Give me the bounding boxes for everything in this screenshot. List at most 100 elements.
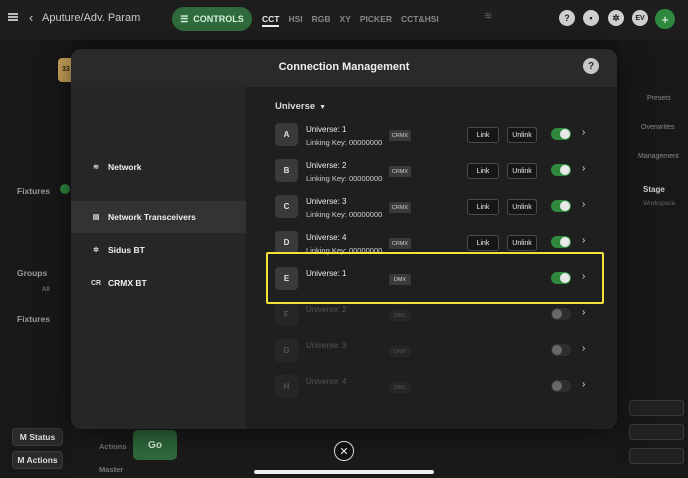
right-button-3[interactable] — [629, 448, 684, 464]
chevron-right-icon[interactable]: › — [582, 343, 585, 354]
chevron-right-icon[interactable]: › — [582, 127, 585, 138]
help-icon[interactable]: ? — [559, 10, 575, 26]
row-toggle[interactable] — [551, 308, 571, 320]
avatar[interactable]: EV — [632, 10, 648, 26]
sidebar-item-label: CRMX BT — [108, 278, 147, 288]
sidebar-item-sidus-bt[interactable]: ✲ Sidus BT — [71, 234, 246, 266]
menu-icon[interactable] — [8, 13, 18, 21]
help-icon[interactable]: ? — [583, 58, 599, 74]
unlink-button[interactable]: Unlink — [507, 127, 537, 143]
m-actions-button[interactable]: M Actions — [12, 451, 63, 469]
yellow-chip-label: 33 — [62, 66, 70, 73]
sidebar-item-label: Sidus BT — [108, 245, 145, 255]
universe-row-f[interactable]: F Universe: 2 DMX › — [275, 300, 605, 330]
universe-row-a[interactable]: A Universe: 1 Linking Key: 00000000 CRMX… — [275, 120, 605, 150]
add-icon[interactable]: + — [655, 9, 675, 29]
row-name: Universe: 2 — [306, 305, 347, 314]
actions-label: Actions — [99, 442, 127, 451]
chevron-right-icon[interactable]: › — [582, 379, 585, 390]
row-letter: H — [275, 375, 298, 398]
transceiver-icon: ▤ — [92, 214, 100, 221]
tab-cct[interactable]: CCT — [262, 14, 280, 27]
crmx-icon: CR — [90, 279, 102, 287]
tab-rgb[interactable]: RGB — [312, 14, 331, 27]
management-item[interactable]: Management — [638, 153, 679, 160]
chevron-right-icon[interactable]: › — [582, 199, 585, 210]
unlink-button[interactable]: Unlink — [507, 235, 537, 251]
row-letter: D — [275, 231, 298, 254]
row-toggle[interactable] — [551, 380, 571, 392]
row-toggle[interactable] — [551, 128, 571, 140]
overwrites-item[interactable]: Overwrites — [641, 124, 674, 131]
row-type-badge: DMX — [389, 382, 411, 393]
universe-row-h[interactable]: H Universe: 4 DMX › — [275, 372, 605, 402]
link-button[interactable]: Link — [467, 199, 499, 215]
link-button[interactable]: Link — [467, 163, 499, 179]
chevron-right-icon[interactable]: › — [582, 235, 585, 246]
wifi-icon[interactable]: ≋ — [484, 11, 492, 22]
row-type-badge: DMX — [389, 346, 411, 357]
row-toggle[interactable] — [551, 236, 571, 248]
m-status-button[interactable]: M Status — [12, 428, 63, 446]
sidebar-item-label: Network — [108, 162, 142, 172]
unlink-button[interactable]: Unlink — [507, 163, 537, 179]
universe-row-g[interactable]: G Universe: 3 DMX › — [275, 336, 605, 366]
chat-icon[interactable]: ▪ — [583, 10, 599, 26]
tab-cct-hsi[interactable]: CCT&HSI — [401, 14, 439, 27]
row-letter: C — [275, 195, 298, 218]
presets-item[interactable]: Presets — [647, 95, 671, 102]
close-dialog-button[interactable]: ✕ — [334, 441, 354, 461]
universe-row-b[interactable]: B Universe: 2 Linking Key: 00000000 CRMX… — [275, 156, 605, 186]
universe-dropdown-label: Universe — [275, 101, 316, 112]
groups-label: Groups — [17, 268, 48, 278]
row-type-badge: CRMX — [389, 238, 411, 249]
row-linking-key: Linking Key: 00000000 — [306, 174, 383, 183]
sidus-bt-icon: ✲ — [93, 247, 99, 254]
row-letter: B — [275, 159, 298, 182]
row-toggle[interactable] — [551, 344, 571, 356]
row-toggle[interactable] — [551, 200, 571, 212]
dialog-title: Connection Management — [278, 61, 410, 73]
sidebar-item-crmx-bt[interactable]: CR CRMX BT — [71, 267, 246, 299]
right-button-1[interactable] — [629, 400, 684, 416]
sidebar-item-network[interactable]: ≋ Network — [71, 151, 246, 183]
left-panel — [0, 40, 72, 478]
row-linking-key: Linking Key: 00000000 — [306, 138, 383, 147]
sliders-icon: ☰ — [180, 13, 189, 24]
controls-label: CONTROLS — [193, 14, 244, 24]
link-button[interactable]: Link — [467, 235, 499, 251]
fixtures-label-2: Fixtures — [17, 314, 51, 324]
controls-button[interactable]: ☰ CONTROLS — [172, 7, 252, 31]
row-toggle[interactable] — [551, 164, 571, 176]
row-type-badge: DMX — [389, 310, 411, 321]
row-letter: F — [275, 303, 298, 326]
groups-all[interactable]: All — [42, 287, 50, 293]
sidebar-item-network-transceivers[interactable]: ▤ Network Transceivers — [71, 201, 246, 233]
master-label: Master — [99, 465, 124, 474]
row-name: Universe: 4 — [306, 233, 347, 242]
row-name: Universe: 1 — [306, 125, 347, 134]
go-button[interactable]: Go — [133, 430, 177, 460]
tab-picker[interactable]: PICKER — [360, 14, 392, 27]
home-indicator — [254, 470, 434, 474]
tab-xy[interactable]: XY — [340, 14, 351, 27]
chevron-right-icon[interactable]: › — [582, 163, 585, 174]
highlight-box — [266, 252, 604, 304]
chevron-right-icon[interactable]: › — [582, 307, 585, 318]
universe-dropdown[interactable]: Universe ▼ — [275, 101, 326, 112]
breadcrumb: Aputure/Adv. Param — [42, 12, 141, 24]
back-chevron-icon[interactable]: ‹ — [29, 10, 33, 25]
tab-hsi[interactable]: HSI — [288, 14, 302, 27]
stage-sub: Workspace — [643, 200, 676, 207]
caret-down-icon: ▼ — [319, 104, 327, 111]
unlink-button[interactable]: Unlink — [507, 199, 537, 215]
right-button-2[interactable] — [629, 424, 684, 440]
row-letter: A — [275, 123, 298, 146]
row-type-badge: CRMX — [389, 166, 411, 177]
fixtures-add-icon[interactable] — [60, 184, 70, 194]
row-name: Universe: 2 — [306, 161, 347, 170]
universe-row-c[interactable]: C Universe: 3 Linking Key: 00000000 CRMX… — [275, 192, 605, 222]
mode-tabs: CCT HSI RGB XY PICKER CCT&HSI — [262, 14, 439, 27]
link-button[interactable]: Link — [467, 127, 499, 143]
gear-icon[interactable]: ✲ — [608, 10, 624, 26]
